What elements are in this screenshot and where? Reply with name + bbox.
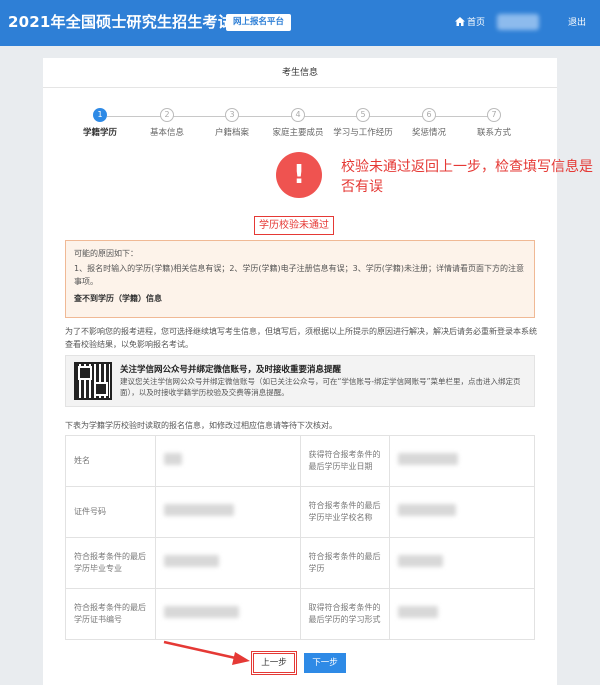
step-number: 6 xyxy=(422,108,436,122)
blurred-value xyxy=(398,555,444,567)
step-label: 基本信息 xyxy=(149,128,184,138)
blurred-value xyxy=(398,453,459,465)
progress-steps: 1 学籍学历 2 基本信息 3 户籍档案 4 家庭主要成员 5 学习与工作经历 … xyxy=(43,108,557,138)
username-blurred xyxy=(497,14,539,30)
home-icon xyxy=(455,17,465,26)
field-value xyxy=(154,537,301,589)
continue-note: 为了不影响您的报考进程，您可选择继续填写考生信息，但填写后，须根据以上所提示的原… xyxy=(65,327,537,349)
field-label: 符合报考条件的最后学历 xyxy=(299,537,391,589)
blurred-value xyxy=(163,453,182,465)
blurred-value xyxy=(398,606,439,618)
blurred-value xyxy=(163,606,239,618)
step-label: 户籍档案 xyxy=(214,128,249,138)
field-value xyxy=(389,537,535,589)
step-number: 3 xyxy=(225,108,239,122)
field-label: 证件号码 xyxy=(65,486,156,538)
step-number: 5 xyxy=(356,108,370,122)
table-row: 姓名 获得符合报考条件的最后学历毕业日期 xyxy=(65,435,535,487)
table-row: 证件号码 符合报考条件的最后学历毕业学校名称 xyxy=(65,486,535,538)
platform-badge: 网上报名平台 xyxy=(226,14,292,31)
logout-link[interactable]: 退出 xyxy=(568,15,586,28)
step-number: 4 xyxy=(291,108,305,122)
registration-info-table: 姓名 获得符合报考条件的最后学历毕业日期 证件号码 符合报考条件的最后学历毕业学… xyxy=(65,435,535,640)
top-navbar: 2021年全国硕士研究生招生考试 网上报名平台 首页 退出 xyxy=(0,0,600,46)
not-found-link[interactable]: 查不到学历（学籍）信息 xyxy=(74,292,526,305)
wechat-text: 建议您关注学信网公众号并绑定微信账号（如已关注公众号，可在“学信账号-绑定学信网… xyxy=(120,377,521,397)
field-value xyxy=(154,486,301,538)
red-annotation-text: 校验未通过返回上一步，检查填写信息是否有误 xyxy=(341,159,593,195)
step-2: 2 基本信息 xyxy=(137,108,197,138)
reasons-title: 可能的原因如下： xyxy=(74,249,138,258)
step-label: 联系方式 xyxy=(476,128,511,138)
previous-step-button[interactable]: 上一步 xyxy=(251,651,297,675)
field-label: 符合报考条件的最后学历毕业学校名称 xyxy=(299,486,391,538)
blurred-value xyxy=(398,504,457,516)
field-value xyxy=(154,588,301,640)
field-value xyxy=(389,435,535,487)
field-label: 姓名 xyxy=(65,435,156,487)
field-label: 取得符合报考条件的最后学历的学习形式 xyxy=(299,588,391,640)
wechat-notice: 关注学信网公众号并绑定微信账号，及时接收重要消息提醒 建议您关注学信网公众号并绑… xyxy=(65,355,535,407)
field-label: 获得符合报考条件的最后学历毕业日期 xyxy=(299,435,391,487)
step-label: 学习与工作经历 xyxy=(333,128,393,138)
step-number: 2 xyxy=(160,108,174,122)
step-number: 7 xyxy=(487,108,501,122)
step-6: 6 奖惩情况 xyxy=(399,108,459,138)
qr-code-icon xyxy=(74,362,112,400)
site-title: 2021年全国硕士研究生招生考试 xyxy=(8,13,233,31)
field-value xyxy=(389,486,535,538)
reasons-text: 1、报名时输入的学历(学籍)相关信息有误；2、学历(学籍)电子注册信息有误；3、… xyxy=(74,264,524,286)
wechat-title: 关注学信网公众号并绑定微信账号，及时接收重要消息提醒 xyxy=(120,365,342,375)
blurred-value xyxy=(163,504,234,516)
red-arrow-icon xyxy=(163,640,250,665)
step-4: 4 家庭主要成员 xyxy=(268,108,328,138)
field-label: 符合报考条件的最后学历证书编号 xyxy=(65,588,156,640)
step-label: 家庭主要成员 xyxy=(272,128,324,138)
exclamation-icon: ! xyxy=(276,152,322,198)
step-3: 3 户籍档案 xyxy=(202,108,262,138)
table-row: 符合报考条件的最后学历证书编号 取得符合报考条件的最后学历的学习形式 xyxy=(65,588,535,640)
section-title: 考生信息 xyxy=(43,58,557,88)
table-intro: 下表为学籍学历校验时读取的报名信息，如修改过相应信息请等待下次核对。 xyxy=(65,421,337,430)
next-step-button[interactable]: 下一步 xyxy=(304,653,346,673)
reasons-box: 可能的原因如下： 1、报名时输入的学历(学籍)相关信息有误；2、学历(学籍)电子… xyxy=(65,240,535,318)
blurred-value xyxy=(163,555,219,567)
field-label: 符合报考条件的最后学历毕业专业 xyxy=(65,537,156,589)
home-link[interactable]: 首页 xyxy=(455,15,485,28)
step-1: 1 学籍学历 xyxy=(70,108,130,138)
step-7: 7 联系方式 xyxy=(464,108,524,138)
step-label: 奖惩情况 xyxy=(411,128,446,138)
step-5: 5 学习与工作经历 xyxy=(333,108,393,138)
field-value xyxy=(389,588,535,640)
verification-failed-title: 学历校验未通过 xyxy=(254,216,334,235)
step-label: 学籍学历 xyxy=(82,128,117,138)
table-row: 符合报考条件的最后学历毕业专业 符合报考条件的最后学历 xyxy=(65,537,535,589)
step-number: 1 xyxy=(93,108,107,122)
field-value xyxy=(154,435,301,487)
home-label: 首页 xyxy=(467,18,486,28)
